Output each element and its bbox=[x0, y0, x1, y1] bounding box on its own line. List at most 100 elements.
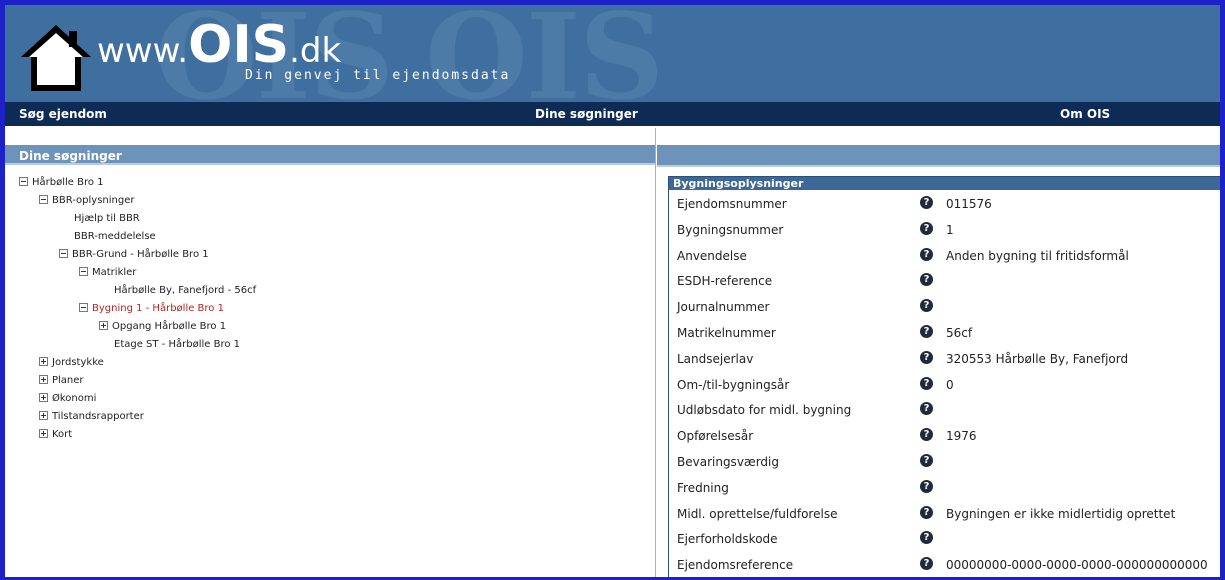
header-watermark: OIS bbox=[425, 5, 664, 102]
tree-node-label: Tilstandsrapporter bbox=[52, 411, 144, 422]
collapse-icon[interactable] bbox=[19, 177, 28, 186]
help-icon[interactable]: ? bbox=[920, 273, 933, 287]
help-icon[interactable]: ? bbox=[920, 299, 933, 313]
collapse-icon[interactable] bbox=[39, 195, 48, 204]
info-row: Ejerforholdskode? bbox=[669, 525, 1220, 551]
info-row: Midl. oprettelse/fuldforelse? Bygningen e… bbox=[669, 500, 1220, 526]
expand-icon[interactable] bbox=[39, 393, 48, 402]
tree-node-label: Hårbølle Bro 1 bbox=[32, 177, 104, 188]
tree-node[interactable]: Opgang Hårbølle Bro 1 bbox=[99, 321, 226, 333]
help-icon[interactable]: ? bbox=[920, 479, 933, 493]
info-label: ESDH-reference bbox=[677, 274, 773, 289]
left-panel-title: Dine søgninger bbox=[5, 145, 655, 165]
help-icon[interactable]: ? bbox=[920, 247, 933, 261]
tree-node[interactable]: Tilstandsrapporter bbox=[39, 411, 144, 423]
help-icon[interactable]: ? bbox=[920, 428, 933, 442]
help-icon[interactable]: ? bbox=[920, 402, 933, 416]
tree-node[interactable]: BBR-meddelelse bbox=[74, 231, 156, 243]
tree-node-label: BBR-oplysninger bbox=[52, 195, 135, 206]
nav-item-search[interactable]: Søg ejendom bbox=[19, 107, 107, 121]
help-icon[interactable]: ? bbox=[920, 557, 933, 571]
expand-icon[interactable] bbox=[39, 375, 48, 384]
logo-prefix: www. bbox=[97, 31, 189, 71]
info-label: Ejendomsreference bbox=[677, 558, 794, 573]
site-header: OIS OIS www.OIS.dk Din genvej til ejendo… bbox=[5, 5, 1220, 102]
tree-node-label: Opgang Hårbølle Bro 1 bbox=[112, 321, 227, 332]
collapse-icon[interactable] bbox=[79, 267, 88, 276]
info-label: Matrikelnummer bbox=[677, 325, 776, 340]
info-label: Ejendomsnummer bbox=[677, 197, 787, 211]
info-row: Anvendelse? Anden bygning til fritidsform… bbox=[669, 242, 1220, 268]
tree-node[interactable]: BBR-Grund - Hårbølle Bro 1 bbox=[59, 249, 209, 261]
collapse-icon[interactable] bbox=[79, 303, 88, 312]
info-label: Bevaringsværdig bbox=[677, 454, 779, 469]
help-icon[interactable]: ? bbox=[920, 221, 933, 235]
tree-node-label: BBR-meddelelse bbox=[74, 231, 156, 242]
info-value: 1976 bbox=[946, 429, 977, 444]
right-panel-header bbox=[657, 145, 1220, 167]
tree-node-label: Hjælp til BBR bbox=[74, 213, 140, 224]
info-row: Ejendomsreference? 00000000-0000-0000-000… bbox=[669, 551, 1220, 577]
expand-icon[interactable] bbox=[39, 411, 48, 420]
tree-node-label: Økonomi bbox=[52, 393, 97, 404]
site-tagline: Din genvej til ejendomsdata bbox=[245, 68, 511, 83]
tree-node[interactable]: Jordstykke bbox=[39, 357, 104, 369]
tree-node[interactable]: Etage ST - Hårbølle Bro 1 bbox=[114, 339, 240, 351]
info-row: Fredning? bbox=[669, 474, 1220, 500]
help-icon[interactable]: ? bbox=[920, 531, 933, 545]
help-icon[interactable]: ? bbox=[920, 376, 933, 390]
help-icon[interactable]: ? bbox=[920, 350, 933, 364]
info-row: Matrikelnummer? 56cf bbox=[669, 319, 1220, 345]
nav-item-my-searches[interactable]: Dine søgninger bbox=[535, 107, 638, 121]
info-row: Opførelsesår? 1976 bbox=[669, 422, 1220, 448]
tree-node-label: Jordstykke bbox=[52, 357, 104, 368]
info-row: Journalnummer? bbox=[669, 293, 1220, 319]
tree-node[interactable]: BBR-oplysninger bbox=[39, 195, 135, 207]
tree-node-selected[interactable]: Bygning 1 - Hårbølle Bro 1 bbox=[79, 303, 224, 315]
house-logo-icon bbox=[21, 25, 91, 91]
info-value: 56cf bbox=[946, 325, 973, 340]
tree-node[interactable]: Planer bbox=[39, 375, 84, 387]
info-panel-title: Bygningsoplysninger bbox=[669, 177, 1220, 190]
expand-icon[interactable] bbox=[39, 429, 48, 438]
expand-icon[interactable] bbox=[39, 357, 48, 366]
panel-divider bbox=[655, 128, 656, 577]
tree-node[interactable]: Kort bbox=[39, 429, 72, 441]
logo-main: OIS bbox=[188, 15, 290, 75]
info-value: 011576 bbox=[946, 197, 992, 211]
tree-node[interactable]: Hårbølle By, Fanefjord - 56cf bbox=[114, 285, 256, 297]
tree-node[interactable]: Matrikler bbox=[79, 267, 136, 279]
tree-node-label: Bygning 1 - Hårbølle Bro 1 bbox=[92, 303, 224, 314]
info-row: Bygningsnummer? 1 bbox=[669, 216, 1220, 242]
nav-item-about[interactable]: Om OIS bbox=[1060, 107, 1110, 121]
tree-node-label: Hårbølle By, Fanefjord - 56cf bbox=[114, 285, 257, 296]
info-row: Om-/til-bygningsår? 0 bbox=[669, 371, 1220, 397]
tree-node-label: Planer bbox=[52, 375, 84, 386]
logo-suffix: .dk bbox=[289, 31, 342, 71]
tree-node-label: Kort bbox=[52, 429, 73, 440]
expand-icon[interactable] bbox=[99, 321, 108, 330]
tree-node[interactable]: Økonomi bbox=[39, 393, 96, 405]
tree-node-label: Etage ST - Hårbølle Bro 1 bbox=[114, 339, 240, 350]
info-value: 1 bbox=[946, 222, 954, 237]
tree-node[interactable]: Hjælp til BBR bbox=[74, 213, 140, 225]
info-row: Landsejerlav? 320553 Hårbølle By, Fanefjo… bbox=[669, 345, 1220, 371]
info-label: Udløbsdato for midl. bygning bbox=[677, 403, 852, 418]
building-info-panel: Bygningsoplysninger Ejendomsnummer? 01157… bbox=[668, 176, 1220, 577]
help-icon[interactable]: ? bbox=[920, 324, 933, 338]
info-label: Landsejerlav bbox=[677, 351, 754, 366]
help-icon[interactable]: ? bbox=[920, 505, 933, 519]
info-value: 0 bbox=[946, 377, 954, 392]
tree-node-label: BBR-Grund - Hårbølle Bro 1 bbox=[72, 249, 209, 260]
help-icon[interactable]: ? bbox=[920, 453, 933, 467]
info-label: Bygningsnummer bbox=[677, 222, 784, 237]
browser-frame: OIS OIS www.OIS.dk Din genvej til ejendo… bbox=[0, 0, 1225, 580]
info-label: Ejerforholdskode bbox=[677, 532, 778, 547]
info-row: Udløbsdato for midl. bygning? bbox=[669, 396, 1220, 422]
main-nav: Søg ejendom Dine søgninger Om OIS bbox=[5, 102, 1220, 126]
collapse-icon[interactable] bbox=[59, 249, 68, 258]
site-logo[interactable]: www.OIS.dk bbox=[97, 15, 341, 75]
help-icon[interactable]: ? bbox=[920, 196, 933, 209]
tree-node[interactable]: Hårbølle Bro 1 bbox=[19, 177, 104, 189]
info-value: Anden bygning til fritidsformål bbox=[946, 248, 1129, 263]
